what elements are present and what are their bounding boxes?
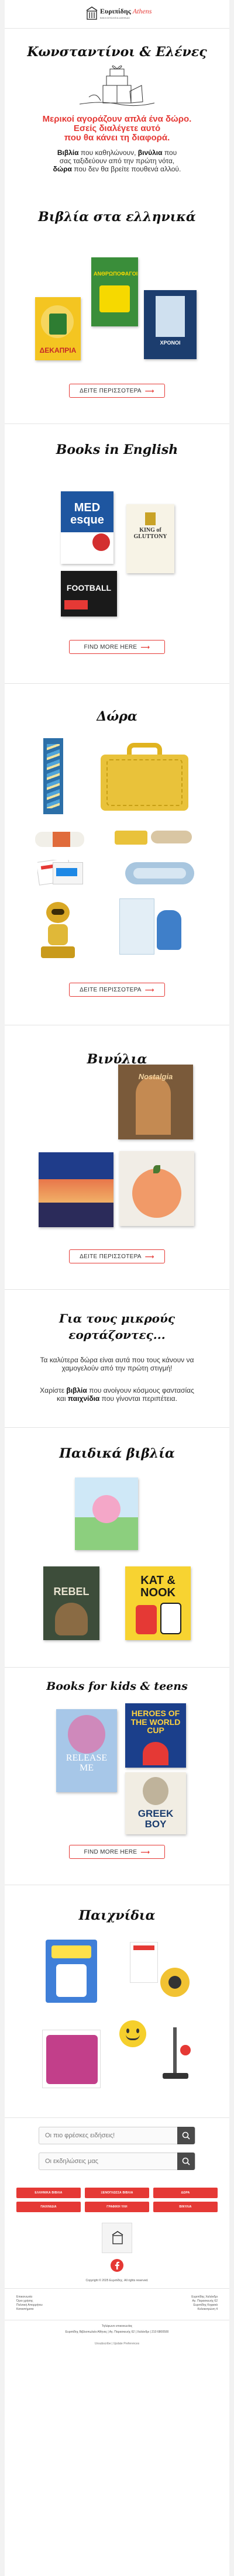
- hero-red-heading: Μερικοί αγοράζουν απλά ένα δώρο. Εσείς δ…: [42, 114, 192, 143]
- search-icon: [177, 2127, 195, 2144]
- vinyl-cover[interactable]: [39, 1152, 113, 1227]
- beige-case-product[interactable]: [151, 831, 192, 843]
- brand-tagline: ΒΙΒΛΙΟΠΩΛΕΙΑ ΑΘΗΝΑΣ: [100, 16, 130, 19]
- yellow-pouch-product[interactable]: [115, 831, 147, 845]
- category-button-vinyl[interactable]: ΒΙΝΥΛΙΑ: [153, 2202, 218, 2212]
- craft-kit-product[interactable]: fun: [42, 2030, 101, 2088]
- footer-link[interactable]: Όροι χρήσης: [16, 2299, 43, 2303]
- section-divider: [5, 1289, 229, 1290]
- footer-address-line: Ευριπίδης Βιβλιοπωλεία Αθήνας | Αγ. Παρα…: [65, 2330, 169, 2334]
- section-divider: [5, 683, 229, 684]
- kids-intro-para2: Χαρίστε βιβλία που ανοίγουν κόσμους φαντ…: [40, 1386, 194, 1403]
- book-cover[interactable]: ΔΕΚΑΠΡΙΑ: [35, 297, 81, 360]
- pencil-case-product[interactable]: [35, 828, 84, 849]
- category-button-foreign-books[interactable]: ΞΕΝΟΓΛΩΣΣΑ ΒΙΒΛΙΑ: [85, 2188, 149, 2198]
- book-cover[interactable]: KAT & NOOK: [125, 1566, 191, 1640]
- hero-title: Κωνσταντίνοι & Ελένες: [27, 44, 207, 60]
- footer-link[interactable]: Πολιτική Απορρήτου: [16, 2303, 43, 2308]
- microscope-toy-product[interactable]: [157, 2021, 194, 2086]
- brand-name: Ευριπίδης Athens: [100, 7, 152, 15]
- section-title-english-books: Books in English: [56, 442, 178, 457]
- unsubscribe-link[interactable]: Unsubscribe | Update Preferences: [0, 2342, 234, 2346]
- section-title-kids-books: Παιδικά βιβλία: [59, 1446, 175, 1461]
- section-title-toys: Παιχνίδια: [78, 1908, 156, 1923]
- section-title-vinyl: Βινύλια: [87, 1052, 147, 1067]
- notebook-product[interactable]: [43, 738, 63, 814]
- book-cover[interactable]: RELEASE ME: [56, 1709, 117, 1792]
- book-cover[interactable]: REBEL: [43, 1566, 99, 1640]
- section-divider: [5, 1427, 229, 1428]
- search-icon: [177, 2153, 195, 2170]
- arrow-right-icon: ⟶: [144, 1253, 154, 1261]
- events-search-bar[interactable]: Οι εκδηλώσεις μας: [39, 2153, 195, 2170]
- category-button-gifts[interactable]: ΔΩΡΑ: [153, 2188, 218, 2198]
- footer-copyright: Copyright © 2025 Ευριπίδης. All rights r…: [85, 2279, 149, 2282]
- books-kids-teens-more-button[interactable]: FIND MORE HERE ⟶: [69, 1845, 165, 1859]
- section-divider: [5, 1667, 229, 1668]
- kids-intro-title: Για τους μικρούς εορτάζοντες...: [58, 1311, 176, 1342]
- footer-divider: [5, 2288, 229, 2289]
- email-page: Ευριπίδης Athens ΒΙΒΛΙΟΠΩΛΕΙΑ ΑΘΗΝΑΣ Κων…: [5, 0, 229, 2576]
- kids-intro-para1: Τα καλύτερα δώρα είναι αυτά που τους κάν…: [40, 1356, 194, 1372]
- vinyl-more-button[interactable]: ΔΕΙΤΕ ΠΕΡΙΣΣΟΤΕΡΑ ⟶: [69, 1249, 165, 1263]
- category-button-toys[interactable]: ΠΑΙΧΝΙΔΙΑ: [16, 2202, 81, 2212]
- hero-intro: Βιβλία που καθηλώνουν, βινύλια που σας τ…: [53, 149, 181, 173]
- book-cover[interactable]: KING of GLUTTONY: [126, 504, 174, 573]
- brand-logo[interactable]: Ευριπίδης Athens ΒΙΒΛΙΟΠΩΛΕΙΑ ΑΘΗΝΑΣ: [85, 5, 152, 23]
- news-search-bar[interactable]: Οι πιο φρέσκες ειδήσεις!: [39, 2127, 195, 2144]
- greek-books-more-button[interactable]: ΔΕΙΤΕ ΠΕΡΙΣΣΟΤΕΡΑ ⟶: [69, 384, 165, 398]
- footer-links: Επικοινωνία Όροι χρήσης Πολιτική Απορρήτ…: [16, 2295, 43, 2312]
- toy-box-product[interactable]: [46, 1940, 97, 2003]
- section-title-greek-books: Βιβλία στα ελληνικά: [38, 209, 196, 225]
- book-cover[interactable]: GREEK BOY: [125, 1772, 186, 1834]
- yellow-laptop-bag-product[interactable]: [101, 742, 188, 812]
- vinyl-cover[interactable]: Nostalgia: [118, 1065, 193, 1139]
- footer-contact-label: Τηλέφωνο επικοινωνίας: [101, 2324, 133, 2328]
- book-cover[interactable]: ΑΝΘΡΩΠΟΦΑΓΟΙ: [91, 257, 138, 326]
- arrow-right-icon: ⟶: [144, 986, 154, 994]
- book-cover[interactable]: ΧΡΟΝΟΙ: [144, 290, 197, 359]
- book-cover[interactable]: MED esque: [61, 491, 113, 564]
- vinyl-cover[interactable]: [119, 1151, 194, 1226]
- book-cover[interactable]: HEROES OF THE WORLD CUP: [125, 1703, 186, 1768]
- postcards-product[interactable]: [37, 860, 84, 886]
- section-title-books-kids-teens: Books for kids & teens: [46, 1680, 188, 1693]
- glasses-case-product[interactable]: [125, 859, 194, 888]
- book-cover[interactable]: FOOTBALL: [61, 571, 117, 617]
- footer-logo-badge[interactable]: [102, 2223, 132, 2253]
- gold-robot-figurine-product[interactable]: [39, 900, 77, 960]
- facebook-icon[interactable]: [111, 2259, 123, 2272]
- smiley-ball-product[interactable]: [119, 2020, 146, 2047]
- footer-addresses: Ευριπίδης Χαλάνδρι Αγ. Παρασκευής 62 Ευρ…: [191, 2295, 218, 2311]
- header-divider: [5, 28, 229, 29]
- section-title-gifts: Δώρα: [97, 709, 137, 724]
- book-cover[interactable]: [75, 1478, 138, 1550]
- footer-link[interactable]: Καταστήματα: [16, 2308, 43, 2312]
- category-button-stationery[interactable]: ΓΡΑΦΙΚΗ ΥΛΗ: [85, 2202, 149, 2212]
- footer-link[interactable]: Επικοινωνία: [16, 2295, 43, 2299]
- section-divider: [5, 2117, 229, 2118]
- gift-stack-illustration: [79, 66, 155, 106]
- bookshelf-logo-icon: [86, 6, 98, 20]
- arrow-right-icon: ⟶: [140, 643, 150, 651]
- bookshelf-logo-icon: [112, 2231, 123, 2244]
- section-divider: [5, 423, 229, 424]
- science-kit-product[interactable]: [130, 1942, 193, 2006]
- category-button-greek-books[interactable]: ΕΛΛΗΝΙΚΑ ΒΙΒΛΙΑ: [16, 2188, 81, 2198]
- arrow-right-icon: ⟶: [144, 387, 154, 395]
- gifts-more-button[interactable]: ΔΕΙΤΕ ΠΕΡΙΣΣΟΤΕΡΑ ⟶: [69, 983, 165, 997]
- english-books-more-button[interactable]: FIND MORE HERE ⟶: [69, 640, 165, 654]
- arrow-right-icon: ⟶: [140, 1848, 150, 1856]
- glove-dispenser-product[interactable]: [119, 895, 190, 959]
